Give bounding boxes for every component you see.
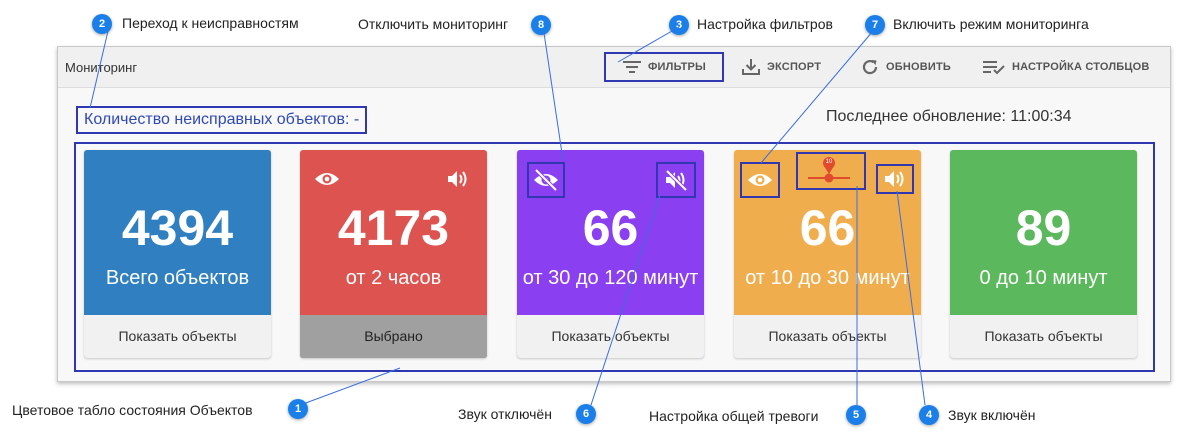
filters-button[interactable]: ФИЛЬТРЫ xyxy=(604,52,724,82)
callout-badge-5: 5 xyxy=(846,405,866,425)
card-value: 4394 xyxy=(121,200,234,256)
callout-text-3: Настройка фильтров xyxy=(697,16,833,32)
status-card-10-30-minutes[interactable]: 10 66 от 10 до 30 минут Показать объекты xyxy=(734,150,921,358)
filter-icon xyxy=(622,59,648,75)
callout-badge-4: 4 xyxy=(919,405,939,425)
show-objects-button[interactable]: Показать объекты xyxy=(950,315,1137,358)
card-label: от 30 до 120 минут xyxy=(522,267,699,289)
filters-label: ФИЛЬТРЫ xyxy=(647,61,707,73)
status-card-over-2-hours[interactable]: 4173 от 2 часов Выбрано xyxy=(300,150,487,358)
dashboard-content: Количество неисправных объектов: - После… xyxy=(58,88,1170,381)
callout-text-6: Звук отключён xyxy=(458,406,552,422)
eye-icon[interactable] xyxy=(740,162,780,198)
card-label: Всего объектов xyxy=(105,267,250,289)
refresh-button[interactable]: ОБНОВИТЬ xyxy=(860,54,951,80)
callout-badge-8: 8 xyxy=(531,15,551,35)
card-label: от 10 до 30 минут xyxy=(745,267,910,289)
card-value: 66 xyxy=(799,200,856,256)
sound-on-icon[interactable] xyxy=(443,164,473,194)
page-title: Мониторинг xyxy=(65,60,138,75)
callout-badge-1: 1 xyxy=(288,399,308,419)
export-label: ЭКСПОРТ xyxy=(767,61,822,73)
eye-icon[interactable] xyxy=(312,164,342,194)
card-label: 0 до 10 минут xyxy=(979,267,1108,289)
callout-text-4: Звук включён xyxy=(948,407,1036,423)
refresh-icon xyxy=(860,57,886,77)
eye-off-icon[interactable] xyxy=(527,162,565,198)
last-update-text: Последнее обновление: 11:00:34 xyxy=(826,108,1072,125)
sound-on-icon[interactable] xyxy=(876,164,914,194)
download-icon xyxy=(741,57,767,77)
card-value: 4173 xyxy=(337,200,450,256)
alarm-slider-badge: 10 xyxy=(825,159,833,165)
monitoring-panel: Мониторинг ФИЛЬТРЫ ЭКСПОРТ ОБНОВИТЬ НАСТ… xyxy=(57,46,1171,382)
show-objects-button[interactable]: Показать объекты xyxy=(517,315,704,358)
show-objects-button[interactable]: Показать объекты xyxy=(84,315,271,358)
callout-text-7: Включить режим мониторинга xyxy=(893,16,1089,32)
card-label: от 2 часов xyxy=(345,267,442,289)
callout-badge-2: 2 xyxy=(92,14,112,34)
status-card-0-10-minutes[interactable]: 89 0 до 10 минут Показать объекты xyxy=(950,150,1137,358)
selected-indicator[interactable]: Выбрано xyxy=(300,315,487,358)
callout-badge-6: 6 xyxy=(576,404,596,424)
toolbar: Мониторинг ФИЛЬТРЫ ЭКСПОРТ ОБНОВИТЬ НАСТ… xyxy=(58,47,1170,88)
card-value: 66 xyxy=(582,200,639,256)
callout-badge-3: 3 xyxy=(669,15,689,35)
column-settings-label: НАСТРОЙКА СТОЛБЦОВ xyxy=(1012,61,1150,73)
broken-objects-count-link[interactable]: Количество неисправных объектов: - xyxy=(76,106,368,134)
callout-badge-7: 7 xyxy=(865,15,885,35)
callout-text-5: Настройка общей тревоги xyxy=(649,408,819,424)
refresh-label: ОБНОВИТЬ xyxy=(886,61,952,73)
alarm-slider[interactable]: 10 xyxy=(796,152,866,190)
export-button[interactable]: ЭКСПОРТ xyxy=(741,54,821,80)
column-settings-button[interactable]: НАСТРОЙКА СТОЛБЦОВ xyxy=(982,54,1150,80)
status-card-total[interactable]: 4394 Всего объектов Показать объекты xyxy=(84,150,271,358)
column-settings-icon xyxy=(982,58,1012,76)
sound-off-icon[interactable] xyxy=(656,162,696,198)
card-value: 89 xyxy=(1015,200,1072,256)
show-objects-button[interactable]: Показать объекты xyxy=(734,315,921,358)
callout-text-8: Отключить мониторинг xyxy=(358,16,509,32)
status-card-30-120-minutes[interactable]: 66 от 30 до 120 минут Показать объекты xyxy=(517,150,704,358)
callout-text-2: Переход к неисправностям xyxy=(122,15,299,31)
callout-text-1: Цветовое табло состояния Объектов xyxy=(12,402,253,418)
